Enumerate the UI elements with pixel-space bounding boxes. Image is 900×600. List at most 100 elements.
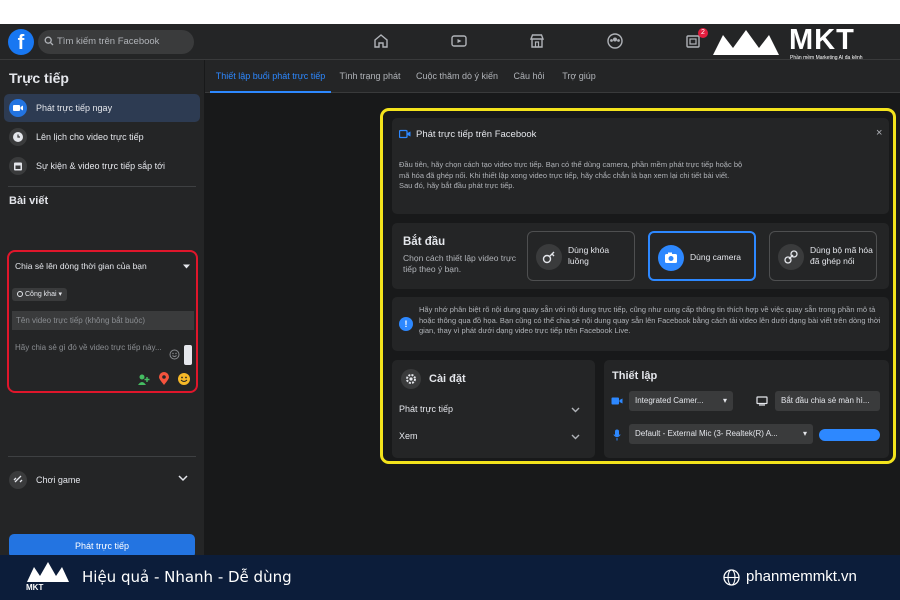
globe-icon [723, 569, 740, 586]
tab-stream-setup[interactable]: Thiết lập buổi phát trực tiếp [210, 60, 331, 93]
share-destination-select[interactable]: Chia sẻ lên dòng thời gian của bạn [15, 261, 191, 275]
divider [8, 456, 196, 457]
mkt-tagline: Phần mềm Marketing AI đa kênh [790, 55, 863, 61]
main-content: Thiết lập buổi phát trực tiếp Tình trạng… [205, 60, 900, 555]
search-placeholder: Tìm kiếm trên Facebook [57, 36, 160, 47]
screen-share-icon [756, 396, 768, 406]
mkt-footer-logo-mark [27, 562, 69, 582]
brand-footer: MKT Hiệu quả - Nhanh - Dễ dùng phanmemmk… [0, 555, 900, 600]
screen-share-button[interactable]: Bắt đầu chia sẻ màn hì... [775, 391, 880, 411]
chevron-down-icon [571, 434, 580, 440]
tag-people-icon[interactable] [137, 373, 150, 386]
tab-help[interactable]: Trợ giúp [557, 60, 601, 93]
live-video-icon [399, 129, 411, 139]
watch-icon[interactable] [450, 32, 470, 52]
link-icon [9, 471, 27, 489]
key-icon [536, 244, 562, 270]
microphone-select-value: Default - External Mic (3- Realtek(R) A.… [635, 429, 778, 438]
tab-stream-health[interactable]: Tình trạng phát [335, 60, 405, 93]
sidebar-item-upcoming[interactable]: Sự kiện & video trực tiếp sắp tới [4, 152, 200, 180]
setup-card: Thiết lập Integrated Camer... ▾ Bắt đầu … [604, 360, 889, 458]
clock-icon [9, 128, 27, 146]
mkt-footer-logo-text: MKT [26, 583, 44, 592]
stream-key-option[interactable]: Dùng khóa luồng [527, 231, 635, 281]
start-card: Bắt đầu Chọn cách thiết lập video trực t… [392, 223, 889, 289]
tab-polls[interactable]: Cuộc thăm dò ý kiến [414, 60, 500, 93]
facebook-live-producer: f Tìm kiếm trên Facebook 2 Trực tiếp Phá… [0, 24, 900, 555]
sidebar-item-schedule[interactable]: Lên lịch cho video trực tiếp [4, 123, 200, 151]
footer-slogan: Hiệu quả - Nhanh - Dễ dùng [82, 568, 292, 586]
notice-text: Hãy nhớ phân biệt rõ nội dung quay sẵn v… [419, 305, 881, 335]
camera-icon [658, 245, 684, 271]
link-icon [778, 244, 804, 270]
mkt-logo-mark [713, 30, 779, 55]
calendar-icon [9, 157, 27, 175]
camera-select-value: Integrated Camer... [635, 396, 704, 405]
screen-share-label: Bắt đầu chia sẻ màn hì... [781, 396, 870, 405]
notice-card: ! Hãy nhớ phân biệt rõ nội dung quay sẵn… [392, 297, 889, 351]
audience-button[interactable]: Công khai ▾ [12, 288, 67, 301]
marketplace-icon[interactable] [528, 32, 548, 52]
emoji-icon[interactable] [169, 349, 180, 360]
globe-icon [17, 291, 23, 297]
notification-badge: 2 [698, 28, 708, 38]
sidebar-title: Trực tiếp [9, 70, 69, 86]
option-label: Dùng khóa luồng [568, 245, 610, 266]
close-icon[interactable]: × [876, 127, 882, 139]
footer-website[interactable]: phanmemmkt.vn [746, 568, 857, 585]
microphone-icon [613, 429, 621, 441]
settings-card: Cài đặt Phát trực tiếp Xem [392, 360, 595, 458]
start-subtitle: Chọn cách thiết lập video trực tiếp theo… [403, 253, 516, 274]
caret-down-icon: ▾ [722, 396, 727, 405]
tab-questions[interactable]: Câu hỏi [509, 60, 549, 93]
live-setup-panel-highlight: Phát trực tiếp trên Facebook × Đầu tiên,… [380, 108, 896, 464]
sidebar-item-label: Chơi game [36, 475, 81, 485]
video-camera-icon [9, 99, 27, 117]
panel-intro: Đầu tiên, hãy chọn cách tạo video trực t… [399, 160, 743, 190]
facebook-logo-icon[interactable]: f [8, 29, 34, 55]
search-icon [44, 36, 54, 46]
live-title-input[interactable]: Tên video trực tiếp (không bắt buộc) [12, 311, 194, 330]
scrollbar[interactable] [184, 345, 192, 365]
setup-title: Thiết lập [612, 370, 658, 382]
mic-level-meter [819, 429, 880, 441]
settings-row-view[interactable]: Xem [399, 431, 587, 447]
home-icon[interactable] [372, 32, 392, 52]
option-label: Dùng bộ mã hóa đã ghép nối [810, 245, 873, 266]
sidebar-item-label: Phát trực tiếp ngay [36, 103, 113, 113]
mkt-logo-text: MKT [789, 24, 855, 56]
post-section-title: Bài viết [9, 195, 49, 207]
option-label: Dùng camera [690, 252, 742, 262]
go-live-button[interactable]: Phát trực tiếp [9, 534, 195, 555]
gear-icon [401, 369, 421, 389]
audience-label: Công khai [25, 291, 57, 298]
sidebar-item-label: Lên lịch cho video trực tiếp [36, 132, 144, 142]
location-pin-icon[interactable] [158, 372, 170, 386]
camera-select[interactable]: Integrated Camer... ▾ [629, 391, 733, 411]
info-icon: ! [399, 317, 413, 331]
feeling-emoji-icon[interactable] [177, 372, 191, 386]
paired-encoder-option[interactable]: Dùng bộ mã hóa đã ghép nối [769, 231, 877, 281]
settings-title: Cài đặt [429, 373, 466, 385]
sidebar-item-gaming[interactable]: Chơi game [4, 466, 200, 494]
settings-row-label: Xem [399, 431, 418, 441]
camera-option[interactable]: Dùng camera [648, 231, 756, 281]
description-input[interactable]: Hãy chia sẻ gì đó về video trực tiếp này… [15, 342, 165, 353]
mkt-logo: MKT Phần mềm Marketing AI đa kênh [708, 24, 900, 68]
left-sidebar: Trực tiếp Phát trực tiếp ngay Lên lịch c… [0, 60, 204, 555]
chevron-down-icon [178, 475, 188, 482]
settings-row-live[interactable]: Phát trực tiếp [399, 404, 587, 420]
groups-icon[interactable] [606, 32, 626, 52]
divider [8, 186, 196, 187]
video-camera-icon [611, 396, 623, 406]
search-input[interactable]: Tìm kiếm trên Facebook [38, 30, 194, 54]
microphone-select[interactable]: Default - External Mic (3- Realtek(R) A.… [629, 424, 813, 444]
caret-down-icon: ▾ [802, 429, 807, 438]
caret-down-icon [182, 263, 191, 270]
panel-title: Phát trực tiếp trên Facebook [416, 129, 537, 140]
start-title: Bắt đầu [403, 236, 446, 248]
post-composer-highlight: Chia sẻ lên dòng thời gian của bạn Công … [7, 250, 198, 393]
top-white-strip [0, 0, 900, 24]
sidebar-item-go-live-now[interactable]: Phát trực tiếp ngay [4, 94, 200, 122]
chevron-down-icon [571, 407, 580, 413]
